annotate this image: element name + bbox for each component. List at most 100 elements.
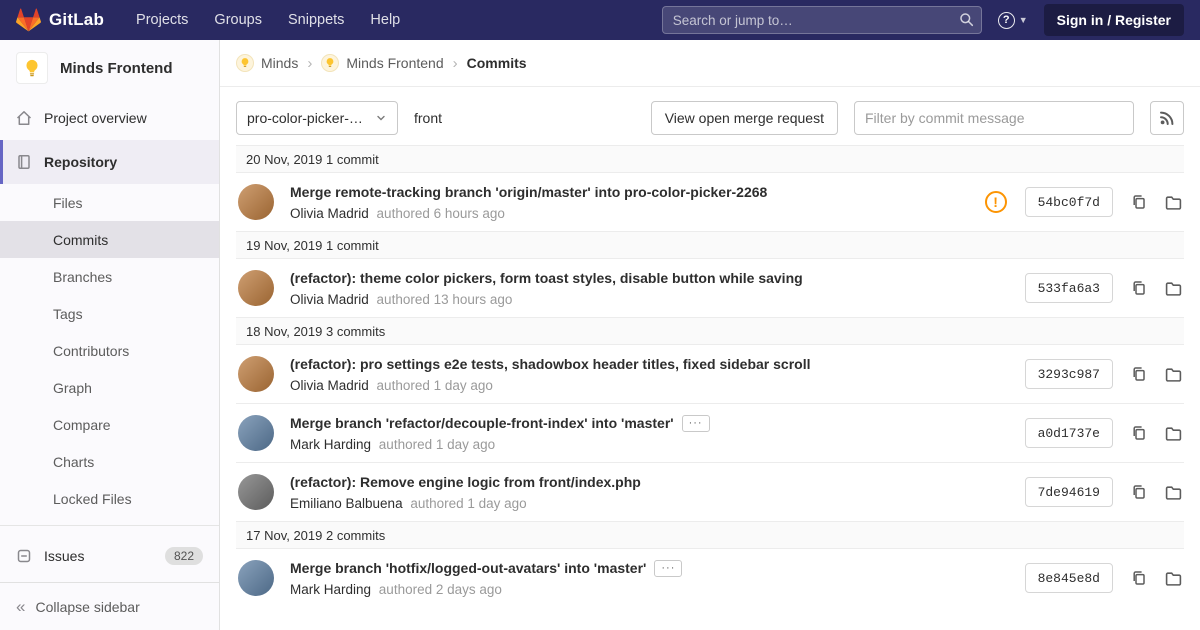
- project-header[interactable]: Minds Frontend: [0, 40, 219, 96]
- collapse-sidebar-button[interactable]: « Collapse sidebar: [0, 582, 219, 630]
- nav-help[interactable]: Help: [370, 12, 400, 28]
- folder-icon: [1165, 571, 1182, 586]
- commit-author-link[interactable]: Mark Harding: [290, 582, 371, 597]
- author-avatar[interactable]: [238, 270, 274, 306]
- lightbulb-icon: [26, 59, 38, 77]
- sidebar-item-compare[interactable]: Compare: [0, 406, 219, 443]
- commit-row: (refactor): Remove engine logic from fro…: [236, 462, 1184, 521]
- sidebar-item-project-overview[interactable]: Project overview: [0, 96, 219, 140]
- commit-authored-time: authored 1 day ago: [410, 496, 527, 511]
- copy-sha-button[interactable]: [1131, 366, 1147, 382]
- nav-snippets[interactable]: Snippets: [288, 12, 344, 28]
- commit-sha-button[interactable]: a0d1737e: [1024, 418, 1113, 448]
- author-avatar[interactable]: [238, 415, 274, 451]
- author-avatar[interactable]: [238, 560, 274, 596]
- nav-projects[interactable]: Projects: [136, 12, 188, 28]
- folder-icon: [1165, 367, 1182, 382]
- main-content: Minds › Minds Frontend › Commits pro-col…: [220, 0, 1200, 607]
- breadcrumb-project[interactable]: Minds Frontend: [321, 54, 444, 72]
- search-input[interactable]: [661, 6, 982, 34]
- sidebar-item-files[interactable]: Files: [0, 184, 219, 221]
- commits-controls: pro-color-picker-… front View open merge…: [220, 87, 1200, 135]
- sign-in-register-button[interactable]: Sign in / Register: [1043, 4, 1184, 36]
- commit-title-link[interactable]: Merge branch 'hotfix/logged-out-avatars'…: [290, 559, 646, 578]
- commit-authored-time: authored 2 days ago: [378, 582, 502, 597]
- repository-icon: [16, 154, 32, 170]
- commit-author-link[interactable]: Emiliano Balbuena: [290, 496, 403, 511]
- commit-sha-button[interactable]: 54bc0f7d: [1024, 187, 1113, 217]
- filter-commit-message-input[interactable]: [854, 101, 1134, 135]
- commit-sha-button[interactable]: 7de94619: [1024, 477, 1113, 507]
- sidebar-item-label: Issues: [44, 548, 85, 564]
- commit-row: (refactor): theme color pickers, form to…: [236, 259, 1184, 317]
- folder-icon: [1165, 281, 1182, 296]
- branch-selector-dropdown[interactable]: pro-color-picker-…: [236, 101, 398, 135]
- copy-icon: [1133, 281, 1145, 295]
- expand-commit-description-button[interactable]: ···: [681, 415, 710, 432]
- view-open-merge-request-button[interactable]: View open merge request: [650, 101, 838, 135]
- browse-files-button[interactable]: [1165, 484, 1182, 501]
- sidebar-item-locked-files[interactable]: Locked Files: [0, 480, 219, 517]
- gitlab-tanuki-icon: [16, 7, 41, 33]
- copy-icon: [1133, 571, 1145, 585]
- commits-feed-button[interactable]: [1150, 101, 1184, 135]
- browse-files-button[interactable]: [1165, 570, 1182, 587]
- sidebar-item-issues[interactable]: Issues 822: [0, 534, 219, 578]
- top-navbar: GitLab Projects Groups Snippets Help ? ▼…: [0, 0, 1200, 40]
- commit-title-link[interactable]: (refactor): theme color pickers, form to…: [290, 269, 803, 288]
- author-avatar[interactable]: [238, 184, 274, 220]
- gitlab-logo[interactable]: GitLab: [16, 7, 104, 33]
- sidebar-divider: [0, 525, 219, 526]
- copy-sha-button[interactable]: [1131, 194, 1147, 210]
- sidebar-item-contributors[interactable]: Contributors: [0, 332, 219, 369]
- copy-sha-button[interactable]: [1131, 484, 1147, 500]
- commit-title-link[interactable]: (refactor): pro settings e2e tests, shad…: [290, 355, 810, 374]
- sidebar-item-charts[interactable]: Charts: [0, 443, 219, 480]
- nav-groups[interactable]: Groups: [214, 12, 262, 28]
- commit-title-link[interactable]: Merge branch 'refactor/decouple-front-in…: [290, 414, 674, 433]
- commit-author-link[interactable]: Mark Harding: [290, 437, 371, 452]
- sidebar-item-repository[interactable]: Repository: [0, 140, 219, 184]
- breadcrumb-link[interactable]: Minds Frontend: [346, 55, 443, 71]
- copy-sha-button[interactable]: [1131, 425, 1147, 441]
- copy-sha-button[interactable]: [1131, 280, 1147, 296]
- commit-sha-button[interactable]: 533fa6a3: [1024, 273, 1113, 303]
- breadcrumb-group[interactable]: Minds: [236, 54, 298, 72]
- sidebar-item-commits[interactable]: Commits: [0, 221, 219, 258]
- commit-meta: Mark Harding authored 1 day ago: [290, 437, 1009, 452]
- commit-date-header: 20 Nov, 2019 1 commit: [236, 145, 1184, 173]
- chevron-down-icon: ▼: [1018, 15, 1028, 25]
- browse-files-button[interactable]: [1165, 194, 1182, 211]
- commit-title-link[interactable]: Merge remote-tracking branch 'origin/mas…: [290, 183, 767, 202]
- group-avatar: [236, 54, 254, 72]
- sidebar-item-graph[interactable]: Graph: [0, 369, 219, 406]
- sidebar-item-label: Project overview: [44, 110, 147, 126]
- breadcrumb-current-page: Commits: [466, 55, 527, 71]
- commit-author-link[interactable]: Olivia Madrid: [290, 292, 369, 307]
- commit-sha-button[interactable]: 3293c987: [1024, 359, 1113, 389]
- pipeline-warning-icon[interactable]: !: [984, 191, 1007, 213]
- browse-files-button[interactable]: [1165, 366, 1182, 383]
- expand-commit-description-button[interactable]: ···: [654, 560, 683, 577]
- commit-title-link[interactable]: (refactor): Remove engine logic from fro…: [290, 473, 641, 492]
- help-menu[interactable]: ? ▼: [997, 11, 1028, 29]
- commit-sha-button[interactable]: 8e845e8d: [1024, 563, 1113, 593]
- copy-icon: [1133, 426, 1145, 440]
- search-icon[interactable]: [959, 12, 974, 32]
- browse-files-button[interactable]: [1165, 425, 1182, 442]
- author-avatar[interactable]: [238, 356, 274, 392]
- commit-row: (refactor): pro settings e2e tests, shad…: [236, 345, 1184, 403]
- breadcrumb-link[interactable]: Minds: [261, 55, 298, 71]
- commit-authored-time: authored 1 day ago: [378, 437, 496, 452]
- copy-icon: [1133, 195, 1145, 209]
- sidebar-item-tags[interactable]: Tags: [0, 295, 219, 332]
- commit-date-header: 19 Nov, 2019 1 commit: [236, 231, 1184, 259]
- author-avatar[interactable]: [238, 474, 274, 510]
- commit-author-link[interactable]: Olivia Madrid: [290, 378, 369, 393]
- browse-files-button[interactable]: [1165, 280, 1182, 297]
- sidebar-item-branches[interactable]: Branches: [0, 258, 219, 295]
- folder-icon: [1165, 485, 1182, 500]
- commits-list: 20 Nov, 2019 1 commit Merge remote-track…: [236, 145, 1184, 607]
- commit-author-link[interactable]: Olivia Madrid: [290, 206, 369, 221]
- copy-sha-button[interactable]: [1131, 570, 1147, 586]
